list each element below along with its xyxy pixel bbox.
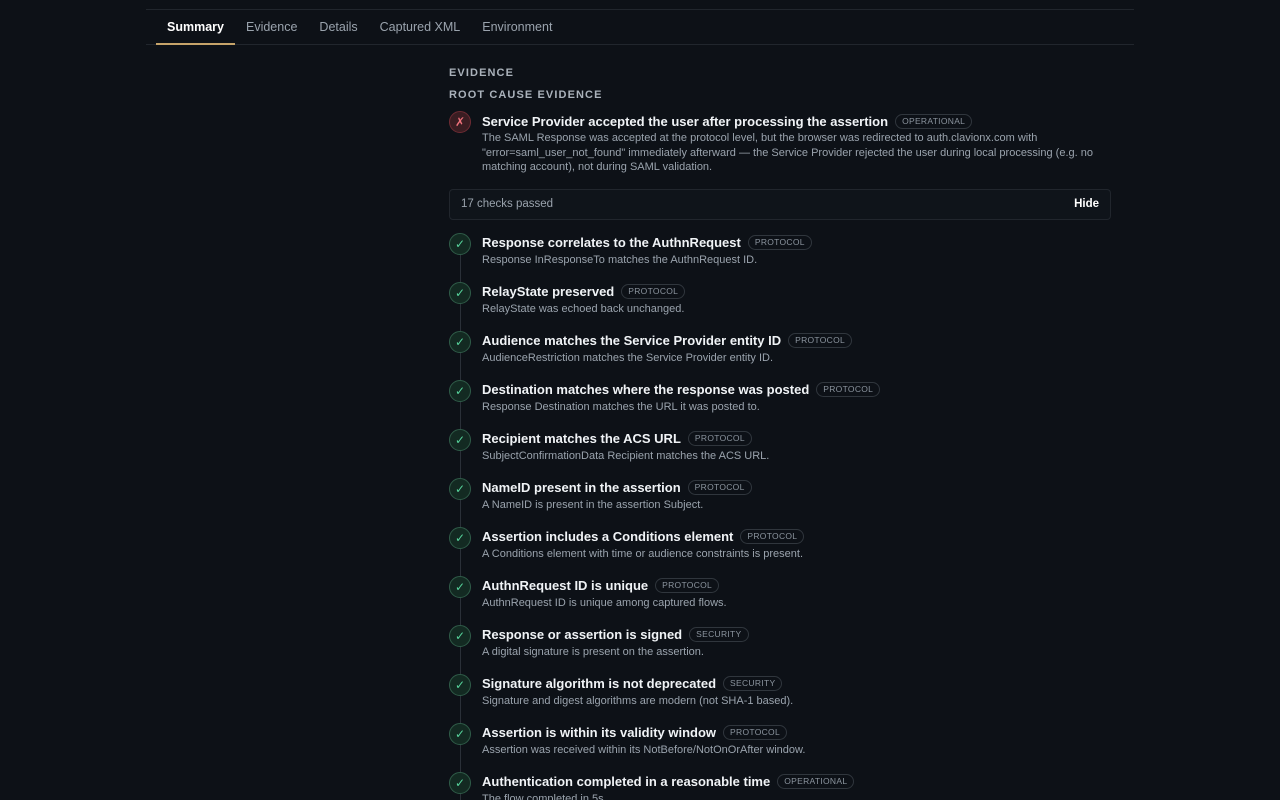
check-title: Authentication completed in a reasonable… xyxy=(482,774,771,789)
check-title: Recipient matches the ACS URL xyxy=(482,431,681,446)
check-icon: ✓ xyxy=(449,771,471,794)
check-description: A Conditions element with time or audien… xyxy=(482,547,803,560)
passed-count-label: 17 checks passed xyxy=(461,198,554,210)
check-item: ✓ Signature algorithm is not deprecated SE… xyxy=(449,673,1111,722)
check-description: Response InResponseTo matches the AuthnR… xyxy=(482,253,758,266)
category-badge: PROTOCOL xyxy=(788,333,853,348)
check-icon: ✓ xyxy=(449,330,471,353)
check-item: ✓ Assertion includes a Conditions element… xyxy=(449,526,1111,575)
category-badge: PROTOCOL xyxy=(816,382,881,397)
check-title: Signature algorithm is not deprecated xyxy=(482,676,717,691)
passed-checks-list: ✓ Response correlates to the AuthnRequest… xyxy=(449,232,1111,800)
check-item: ✓ Audience matches the Service Provider e… xyxy=(449,330,1111,379)
check-icon: ✓ xyxy=(449,526,471,549)
category-badge: OPERATIONAL xyxy=(895,113,973,129)
check-description: Signature and digest algorithms are mode… xyxy=(482,694,794,707)
check-icon: ✓ xyxy=(449,428,471,451)
category-badge: PROTOCOL xyxy=(723,725,787,740)
check-title: NameID present in the assertion xyxy=(482,480,681,495)
check-item: ✓ NameID present in the assertion PROTOCOL… xyxy=(449,477,1111,526)
tab-evidence[interactable]: Evidence xyxy=(235,10,308,44)
check-title: Assertion is within its validity window xyxy=(482,725,717,740)
section-title: EVIDENCE xyxy=(449,67,515,79)
check-icon: ✓ xyxy=(449,232,471,255)
check-item: ✓ RelayState preserved PROTOCOL RelayState … xyxy=(449,281,1111,330)
check-item: ✓ Response or assertion is signed SECURITY… xyxy=(449,624,1111,673)
check-icon: ✓ xyxy=(449,477,471,500)
check-title: Response or assertion is signed xyxy=(482,627,683,642)
section-subtitle: ROOT CAUSE EVIDENCE xyxy=(449,89,603,101)
tab-bar: Summary Evidence Details Captured XML En… xyxy=(146,10,1134,45)
check-description: The flow completed in 5s. xyxy=(482,792,607,800)
tab-environment[interactable]: Environment xyxy=(471,10,563,44)
hide-button[interactable]: Hide xyxy=(1074,198,1099,210)
root-cause-item: ✗ Service Provider accepted the user aft… xyxy=(449,110,1111,175)
check-item: ✓ Response correlates to the AuthnRequest… xyxy=(449,232,1111,281)
tab-captured-xml[interactable]: Captured XML xyxy=(369,10,472,44)
check-icon: ✓ xyxy=(449,379,471,402)
check-icon: ✓ xyxy=(449,624,471,647)
check-item: ✓ Assertion is within its validity window… xyxy=(449,722,1111,771)
category-badge: PROTOCOL xyxy=(621,284,686,299)
check-description: Assertion was received within its NotBef… xyxy=(482,743,806,756)
check-title: Audience matches the Service Provider en… xyxy=(482,333,782,348)
check-item: ✓ Authentication completed in a reasonabl… xyxy=(449,771,1111,800)
check-item: ✓ Destination matches where the response … xyxy=(449,379,1111,428)
check-description: A digital signature is present on the as… xyxy=(482,645,704,658)
evidence-panel: EVIDENCE ROOT CAUSE EVIDENCE ✗ Service P… xyxy=(449,62,1111,800)
category-badge: PROTOCOL xyxy=(687,431,752,446)
check-description: AuthnRequest ID is unique among captured… xyxy=(482,596,727,609)
check-icon: ✓ xyxy=(449,575,471,598)
tab-summary[interactable]: Summary xyxy=(156,10,235,45)
check-description: AudienceRestriction matches the Service … xyxy=(482,351,774,364)
check-icon: ✓ xyxy=(449,281,471,304)
category-badge: PROTOCOL xyxy=(687,480,752,495)
check-item: ✓ Recipient matches the ACS URL PROTOCOL Su… xyxy=(449,428,1111,477)
root-cause-title: Service Provider accepted the user after… xyxy=(482,113,889,129)
check-icon: ✓ xyxy=(449,722,471,745)
x-icon: ✗ xyxy=(449,111,471,133)
passed-checks-bar: 17 checks passed Hide xyxy=(449,188,1111,220)
category-badge: PROTOCOL xyxy=(655,578,720,593)
check-description: SubjectConfirmationData Recipient matche… xyxy=(482,449,770,462)
category-badge: PROTOCOL xyxy=(747,235,812,250)
check-title: Destination matches where the response w… xyxy=(482,382,810,397)
category-badge: SECURITY xyxy=(689,627,749,642)
check-description: A NameID is present in the assertion Sub… xyxy=(482,498,704,511)
check-icon: ✓ xyxy=(449,673,471,696)
tab-details[interactable]: Details xyxy=(308,10,368,44)
category-badge: PROTOCOL xyxy=(740,529,805,544)
check-title: RelayState preserved xyxy=(482,284,615,299)
category-badge: OPERATIONAL xyxy=(777,774,855,789)
check-item: ✓ AuthnRequest ID is unique PROTOCOL AuthnR… xyxy=(449,575,1111,624)
check-description: RelayState was echoed back unchanged. xyxy=(482,302,685,315)
category-badge: SECURITY xyxy=(723,676,783,691)
check-description: Response Destination matches the URL it … xyxy=(482,400,760,413)
top-header-stub xyxy=(146,0,1134,10)
root-cause-description: The SAML Response was accepted at the pr… xyxy=(482,132,1093,173)
check-title: Response correlates to the AuthnRequest xyxy=(482,235,741,250)
check-title: AuthnRequest ID is unique xyxy=(482,578,649,593)
check-title: Assertion includes a Conditions element xyxy=(482,529,734,544)
